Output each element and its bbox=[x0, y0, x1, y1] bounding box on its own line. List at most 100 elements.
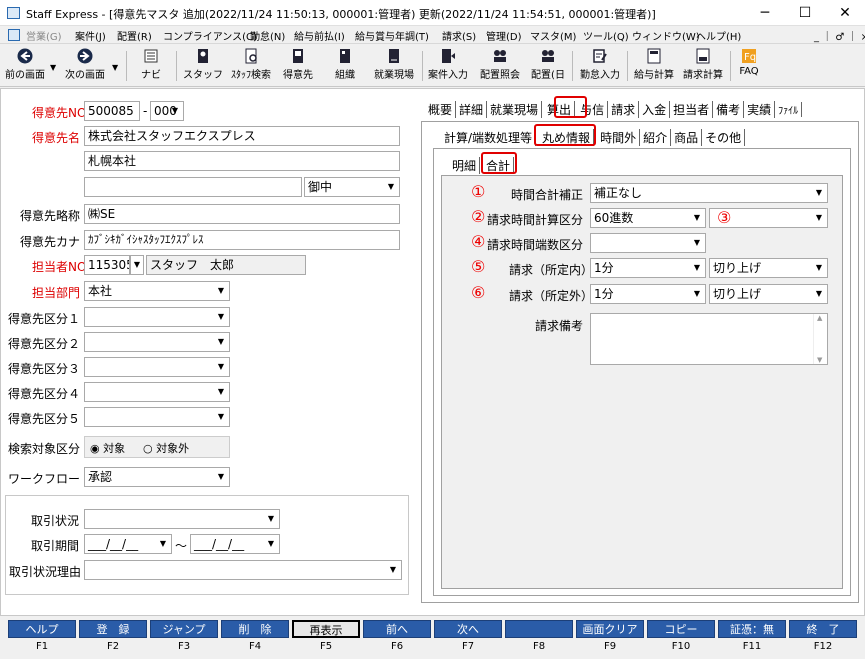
worksite-icon bbox=[389, 49, 399, 63]
tab-overtime[interactable]: 時間外 bbox=[597, 129, 641, 146]
honorific-select[interactable]: 御中 ▼ bbox=[304, 177, 400, 197]
fkey-f11-button[interactable]: 証憑：無 bbox=[718, 620, 786, 638]
prev-dropdown-icon[interactable]: ▼ bbox=[50, 63, 56, 72]
category4-select[interactable]: ▼ bbox=[84, 382, 230, 402]
tab-overview[interactable]: 概要 bbox=[425, 101, 457, 118]
name-input[interactable]: 株式会社スタッフエクスプレス bbox=[84, 126, 400, 146]
menu-seikyu[interactable]: 請求(S) bbox=[442, 28, 476, 43]
chevron-down-icon: ▼ bbox=[693, 213, 701, 222]
menu-kyuyo[interactable]: 給与賞与年調(T) bbox=[355, 28, 429, 43]
billing-in-round-select[interactable]: 切り上げ ▼ bbox=[709, 258, 828, 278]
fkey-f5-button[interactable]: 再表示 bbox=[292, 620, 360, 638]
workflow-select[interactable]: 承認 ▼ bbox=[84, 467, 230, 487]
menu-help[interactable]: ヘルプ(H) bbox=[696, 28, 741, 43]
fkey-f9-button[interactable]: 画面クリア bbox=[576, 620, 644, 638]
tab-results[interactable]: 実績 bbox=[744, 101, 776, 118]
fraction-class-select[interactable]: ▼ bbox=[590, 233, 706, 253]
staff-search-button[interactable]: ｽﾀｯﾌ検索 bbox=[228, 47, 274, 85]
dept-select[interactable]: 本社 ▼ bbox=[84, 281, 230, 301]
worksite-button[interactable]: 就業現場 bbox=[370, 47, 418, 85]
next-dropdown-icon[interactable]: ▼ bbox=[112, 63, 118, 72]
calc-class2-select[interactable]: ③ ▼ bbox=[709, 208, 828, 228]
time-total-select[interactable]: 補正なし ▼ bbox=[590, 183, 828, 203]
fkey-f8-button[interactable] bbox=[505, 620, 573, 638]
short-name-label: 得意先略称 bbox=[20, 209, 81, 223]
tab-worksite[interactable]: 就業現場 bbox=[487, 101, 543, 118]
customer-button[interactable]: 得意先 bbox=[278, 47, 318, 85]
tab-notes[interactable]: 備考 bbox=[713, 101, 745, 118]
memo-textarea[interactable]: ▲ ▼ bbox=[590, 313, 828, 365]
dept-label: 担当部門 bbox=[32, 286, 81, 300]
person-lookup-button[interactable]: ▼ bbox=[130, 255, 144, 275]
tab-person[interactable]: 担当者 bbox=[670, 101, 714, 118]
fkey-f1-button[interactable]: ヘルプ bbox=[8, 620, 76, 638]
billing-out-unit-select[interactable]: 1分 ▼ bbox=[590, 284, 706, 304]
tab-file[interactable]: ﾌｧｲﾙ bbox=[775, 102, 803, 117]
tab-detail[interactable]: 詳細 bbox=[456, 101, 488, 118]
payroll-calc-button[interactable]: 給与計算 bbox=[631, 47, 677, 85]
menu-bar: 営業(G) 案件(J) 配置(R) コンプライアンス(C) 勤怠(N) 給与前払… bbox=[0, 26, 865, 44]
radio-not-target[interactable]: ○ 対象外 bbox=[143, 440, 189, 456]
mdi-controls[interactable]: _ ｜ ♂ ｜ × bbox=[814, 28, 865, 43]
category2-select[interactable]: ▼ bbox=[84, 332, 230, 352]
menu-kanri[interactable]: 管理(D) bbox=[486, 28, 522, 43]
placement-daily-button[interactable]: 配置(日 bbox=[528, 47, 568, 85]
period-from-input[interactable]: ___/__/__ ▼ bbox=[84, 534, 172, 554]
calc-class-select[interactable]: 60進数 ▼ bbox=[590, 208, 706, 228]
billing-in-unit-select[interactable]: 1分 ▼ bbox=[590, 258, 706, 278]
menu-anken[interactable]: 案件(J) bbox=[75, 28, 106, 43]
menu-tool[interactable]: ツール(Q) bbox=[583, 28, 629, 43]
fkey-f10-button[interactable]: コピー bbox=[647, 620, 715, 638]
kana-input[interactable]: ｶﾌﾞｼｷｶﾞｲｼｬｽﾀｯﾌｴｸｽﾌﾟﾚｽ bbox=[84, 230, 400, 250]
reason-select[interactable]: ▼ bbox=[84, 560, 402, 580]
menu-master[interactable]: マスタ(M) bbox=[530, 28, 576, 43]
tab-billing[interactable]: 請求 bbox=[608, 101, 640, 118]
name2-input[interactable]: 札幌本社 bbox=[84, 151, 400, 171]
maximize-button[interactable]: ☐ bbox=[790, 4, 820, 22]
tab-other[interactable]: その他 bbox=[702, 129, 746, 146]
attendance-entry-button[interactable]: 勤怠入力 bbox=[577, 47, 623, 85]
faq-button[interactable]: Fq FAQ bbox=[734, 47, 764, 85]
navi-button[interactable]: ナビ bbox=[134, 47, 168, 85]
tab-breakdown[interactable]: 明細 bbox=[449, 157, 481, 174]
menu-window[interactable]: ウィンドウ(W) bbox=[632, 28, 700, 43]
category1-select[interactable]: ▼ bbox=[84, 307, 230, 327]
chevron-down-icon: ▼ bbox=[171, 106, 179, 115]
billing-out-round-select[interactable]: 切り上げ ▼ bbox=[709, 284, 828, 304]
period-to-input[interactable]: ___/__/__ ▼ bbox=[190, 534, 280, 554]
fkey-f2-button[interactable]: 登 録 bbox=[79, 620, 147, 638]
menu-haichi[interactable]: 配置(R) bbox=[117, 28, 152, 43]
memo-scrollbar[interactable]: ▲ ▼ bbox=[813, 314, 827, 364]
fkey-f12-button[interactable]: 終 了 bbox=[789, 620, 857, 638]
branch-select[interactable]: 000 ▼ bbox=[150, 101, 184, 121]
menu-eigyo[interactable]: 営業(G) bbox=[26, 28, 62, 43]
short-name-input[interactable]: ㈱SE bbox=[84, 204, 400, 224]
tab-payment[interactable]: 入金 bbox=[639, 101, 671, 118]
fkey-f6-button[interactable]: 前へ bbox=[363, 620, 431, 638]
menu-kintai[interactable]: 勤怠(N) bbox=[250, 28, 285, 43]
name3-input[interactable] bbox=[84, 177, 302, 197]
code-input[interactable]: 500085 bbox=[84, 101, 140, 121]
fkey-f7-button[interactable]: 次へ bbox=[434, 620, 502, 638]
billing-calc-button[interactable]: 請求計算 bbox=[680, 47, 726, 85]
staff-button[interactable]: スタッフ bbox=[183, 47, 223, 85]
tab-introduction[interactable]: 紹介 bbox=[640, 129, 672, 146]
minimize-button[interactable]: ─ bbox=[750, 4, 780, 22]
organization-button[interactable]: 組織 bbox=[325, 47, 365, 85]
prev-screen-button[interactable]: 前の画面 bbox=[2, 47, 48, 85]
tab-product[interactable]: 商品 bbox=[671, 129, 703, 146]
radio-target[interactable]: ◉ 対象 bbox=[90, 440, 125, 456]
case-entry-button[interactable]: 案件入力 bbox=[426, 47, 470, 85]
fkey-f3-button[interactable]: ジャンプ bbox=[150, 620, 218, 638]
fkey-f4-button[interactable]: 削 除 bbox=[221, 620, 289, 638]
category5-select[interactable]: ▼ bbox=[84, 407, 230, 427]
person-no-input[interactable]: 115305 bbox=[84, 255, 130, 275]
menu-compliance[interactable]: コンプライアンス(C) bbox=[163, 28, 257, 43]
tab-calc-rounding[interactable]: 計算/端数処理等 bbox=[441, 129, 537, 146]
placement-inquiry-button[interactable]: 配置照会 bbox=[475, 47, 525, 85]
next-screen-button[interactable]: 次の画面 bbox=[62, 47, 108, 85]
menu-maebarai[interactable]: 給与前払(I) bbox=[294, 28, 345, 43]
close-button[interactable]: ✕ bbox=[830, 4, 860, 22]
category3-select[interactable]: ▼ bbox=[84, 357, 230, 377]
status-select[interactable]: ▼ bbox=[84, 509, 280, 529]
